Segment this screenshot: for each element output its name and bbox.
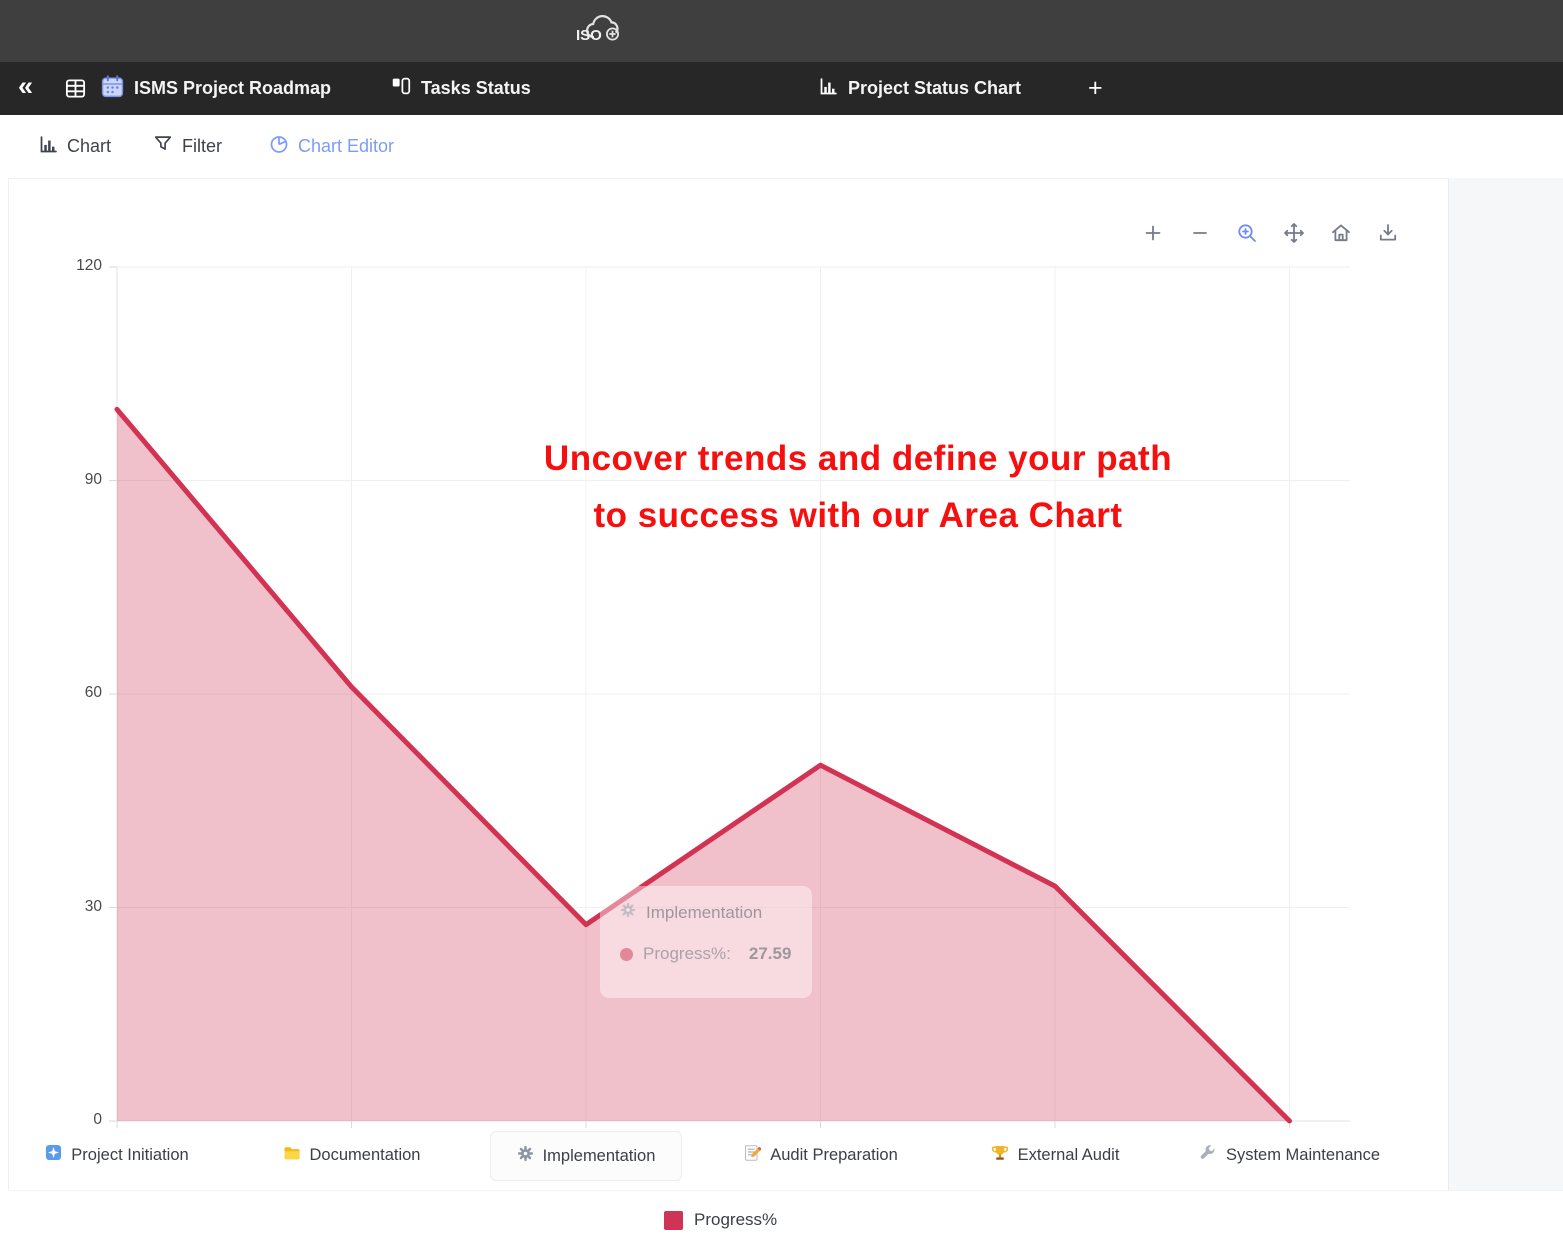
svg-text:ISO: ISO: [576, 27, 602, 44]
gear-icon: [517, 1145, 534, 1167]
legend-progress[interactable]: Progress%: [664, 1210, 777, 1230]
table-grid-icon[interactable]: [64, 77, 87, 105]
tab-tasks-status[interactable]: Tasks Status: [390, 62, 531, 115]
tab-isms-project-roadmap[interactable]: ISMS Project Roadmap: [100, 62, 331, 115]
tooltip-value: 27.59: [749, 944, 792, 964]
chart-toolbar-row: Chart Filter Chart Editor: [0, 115, 1563, 178]
tab-bar: « ISMS Project Roadmap: [0, 62, 1563, 115]
y-tick-label: 60: [50, 684, 102, 702]
legend-swatch: [664, 1211, 683, 1230]
pie-chart-icon: [268, 133, 290, 160]
trophy-icon: [991, 1144, 1009, 1167]
y-tick-label: 0: [50, 1111, 102, 1129]
annotation-text: Uncover trends and define your path to s…: [428, 430, 1288, 544]
folder-icon: [283, 1144, 301, 1167]
chart-button[interactable]: Chart: [38, 115, 111, 178]
tab-label: Tasks Status: [421, 78, 531, 99]
iso-cloud-logo: ISO: [574, 13, 626, 45]
annotation-line-1: Uncover trends and define your path: [428, 430, 1288, 487]
y-tick-label: 30: [50, 898, 102, 916]
bar-chart-icon: [38, 134, 59, 160]
blue-star-icon: [45, 1144, 62, 1166]
y-tick-label: 120: [50, 257, 102, 275]
x-axis-label: Documentation: [273, 1131, 431, 1180]
series-dot-icon: [620, 948, 633, 961]
tab-project-status-chart[interactable]: Project Status Chart: [818, 62, 1021, 115]
side-panel-strip: [1448, 178, 1563, 1190]
tooltip-series-label: Progress%:: [643, 944, 731, 964]
kanban-board-icon: [390, 75, 412, 102]
chart-button-label: Chart: [67, 136, 111, 157]
tab-label: ISMS Project Roadmap: [134, 78, 331, 99]
y-tick-label: 90: [50, 471, 102, 489]
filter-button[interactable]: Filter: [152, 115, 222, 178]
tooltip-title: Implementation: [646, 903, 762, 923]
funnel-icon: [152, 133, 174, 160]
chart-editor-button[interactable]: Chart Editor: [268, 115, 394, 178]
x-axis-label: Project Initiation: [35, 1131, 198, 1179]
area-chart-canvas[interactable]: [0, 178, 1447, 1190]
bar-chart-icon: [818, 76, 839, 102]
memo-pencil-icon: [743, 1144, 761, 1167]
x-axis-label: External Audit: [981, 1131, 1130, 1180]
legend-label: Progress%: [694, 1210, 777, 1230]
top-bar: ISO: [0, 0, 1563, 62]
chart-tooltip: Implementation Progress%: 27.59: [600, 886, 812, 998]
chart-editor-button-label: Chart Editor: [298, 136, 394, 157]
x-axis-label: Implementation: [490, 1131, 683, 1181]
x-axis-label: System Maintenance: [1189, 1131, 1390, 1180]
tooltip-value-row: Progress%: 27.59: [620, 944, 792, 964]
tab-label: Project Status Chart: [848, 78, 1021, 99]
app-window: ISO « ISMS Project Roadmap: [0, 0, 1563, 1250]
calendar-icon: [100, 74, 125, 104]
add-tab-button[interactable]: +: [1088, 62, 1103, 115]
gear-icon: [620, 902, 636, 923]
wrench-icon: [1199, 1144, 1217, 1167]
annotation-line-2: to success with our Area Chart: [428, 487, 1288, 544]
filter-button-label: Filter: [182, 136, 222, 157]
collapse-sidebar-icon[interactable]: «: [18, 71, 31, 102]
card-divider: [8, 1190, 1563, 1191]
x-axis-label: Audit Preparation: [733, 1131, 908, 1180]
tooltip-header: Implementation: [620, 902, 792, 923]
